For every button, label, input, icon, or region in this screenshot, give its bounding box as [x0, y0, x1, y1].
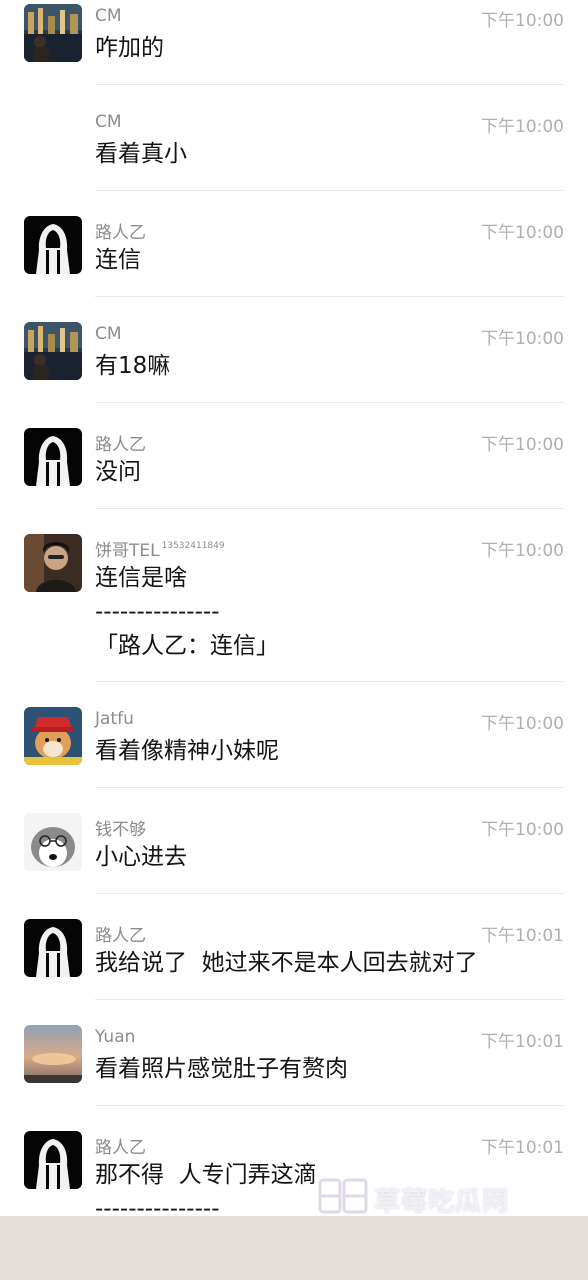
quote-divider: ---------------: [95, 599, 220, 625]
sender-name-text: Yuan: [95, 1027, 136, 1047]
sender-name[interactable]: CM: [95, 6, 122, 26]
sender-phone: 13532411849: [161, 541, 225, 551]
message-item[interactable]: 饼哥TEL 13532411849 下午10:00 连信是啥 -------------…: [0, 530, 588, 703]
message-item[interactable]: CM 下午10:00 有18嘛: [0, 318, 588, 424]
avatar[interactable]: [24, 1025, 82, 1083]
message-item[interactable]: CM 下午10:00 看着真小: [0, 106, 588, 212]
divider: [95, 787, 564, 788]
divider: [95, 508, 564, 509]
message-text: 没问: [95, 459, 141, 485]
divider: [95, 402, 564, 403]
bottom-bar: [0, 1216, 588, 1280]
sender-name-text: 路人乙: [95, 926, 146, 946]
divider: [95, 84, 564, 85]
avatar[interactable]: [24, 1131, 82, 1189]
message-item[interactable]: CM 下午10:00 咋加的: [0, 0, 588, 106]
message-time: 下午10:01: [481, 1138, 564, 1158]
avatar[interactable]: [24, 4, 82, 62]
avatar[interactable]: [24, 322, 82, 380]
message-item[interactable]: 钱不够 下午10:00 小心进去: [0, 809, 588, 915]
message-time: 下午10:00: [481, 541, 564, 561]
quoted-reply: 「路人乙：连信」: [95, 633, 279, 659]
sender-name[interactable]: CM: [95, 324, 122, 344]
message-item[interactable]: 路人乙 下午10:00 连信: [0, 212, 588, 318]
divider: [95, 999, 564, 1000]
avatar[interactable]: [24, 813, 82, 871]
sender-name-text: 路人乙: [95, 223, 146, 243]
watermark: 草莓吃瓜网: [318, 1176, 584, 1217]
sender-name[interactable]: 路人乙: [95, 218, 146, 243]
avatar[interactable]: [24, 707, 82, 765]
sender-name[interactable]: 钱不够: [95, 815, 146, 840]
sender-name[interactable]: Jatfu: [95, 709, 134, 729]
sender-name-text: 路人乙: [95, 435, 146, 455]
avatar[interactable]: [24, 428, 82, 486]
message-text: 我给说了 她过来不是本人回去就对了: [95, 950, 478, 976]
sender-name-text: CM: [95, 112, 122, 132]
sender-name-text: Jatfu: [95, 709, 134, 729]
message-time: 下午10:00: [481, 223, 564, 243]
message-item[interactable]: Yuan 下午10:01 看着照片感觉肚子有赘肉: [0, 1021, 588, 1127]
sender-name[interactable]: 路人乙: [95, 1133, 146, 1158]
sender-name-text: CM: [95, 6, 122, 26]
message-time: 下午10:00: [481, 820, 564, 840]
divider: [95, 1105, 564, 1106]
message-text: 咋加的: [95, 35, 164, 61]
message-time: 下午10:00: [481, 714, 564, 734]
message-time: 下午10:00: [481, 117, 564, 137]
sender-name-text: CM: [95, 324, 122, 344]
message-text: 连信: [95, 247, 141, 273]
sender-name[interactable]: Yuan: [95, 1027, 135, 1047]
message-text: 看着像精神小妹呢: [95, 738, 279, 764]
divider: [95, 893, 564, 894]
sender-name-text: 饼哥TEL: [95, 541, 160, 561]
watermark-text: 草莓吃瓜网: [374, 1187, 510, 1217]
sender-name[interactable]: 路人乙: [95, 430, 146, 455]
message-text: 小心进去: [95, 844, 187, 870]
message-text: 看着照片感觉肚子有赘肉: [95, 1056, 348, 1082]
avatar[interactable]: [24, 534, 82, 592]
message-time: 下午10:01: [481, 1032, 564, 1052]
divider: [95, 296, 564, 297]
sender-name[interactable]: 路人乙: [95, 921, 146, 946]
watermark-logo-icon: [318, 1178, 368, 1214]
sender-name[interactable]: 饼哥TEL 13532411849: [95, 536, 225, 561]
message-item[interactable]: Jatfu 下午10:00 看着像精神小妹呢: [0, 703, 588, 809]
message-time: 下午10:00: [481, 11, 564, 31]
message-list[interactable]: CM 下午10:00 咋加的 CM 下午10:00 看着真小 路人乙 下午10:00 连信 CM 下…: [0, 0, 588, 1239]
message-text: 那不得 人专门弄这滴: [95, 1162, 317, 1188]
avatar[interactable]: [24, 216, 82, 274]
sender-name-text: 钱不够: [95, 820, 146, 840]
message-time: 下午10:00: [481, 435, 564, 455]
message-text: 有18嘛: [95, 353, 171, 379]
message-time: 下午10:00: [481, 329, 564, 349]
divider: [95, 681, 564, 682]
message-text: 连信是啥: [95, 565, 187, 591]
message-item[interactable]: 路人乙 下午10:00 没问: [0, 424, 588, 530]
message-item[interactable]: 路人乙 下午10:01 我给说了 她过来不是本人回去就对了: [0, 915, 588, 1021]
avatar[interactable]: [24, 919, 82, 977]
message-text: 看着真小: [95, 141, 187, 167]
sender-name-text: 路人乙: [95, 1138, 146, 1158]
message-time: 下午10:01: [481, 926, 564, 946]
divider: [95, 190, 564, 191]
sender-name[interactable]: CM: [95, 112, 122, 132]
